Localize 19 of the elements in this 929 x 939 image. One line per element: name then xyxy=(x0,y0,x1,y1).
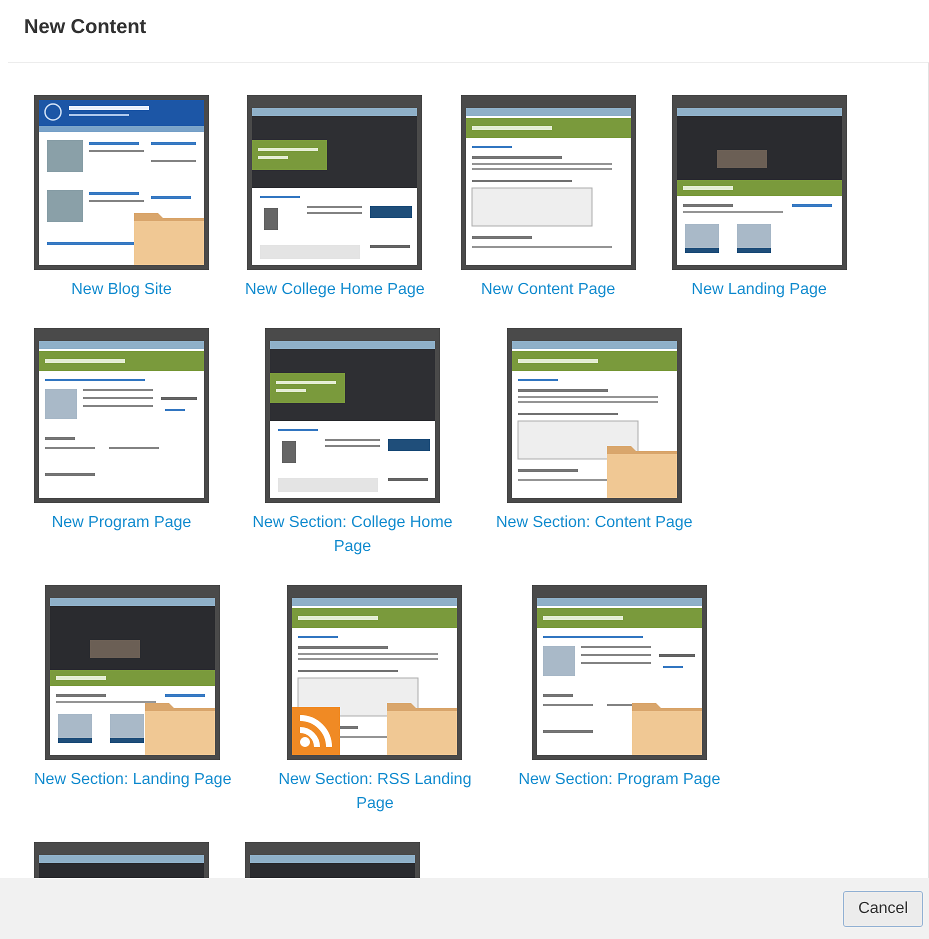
folder-icon xyxy=(632,703,702,755)
template-link[interactable]: New Section: College Home Page xyxy=(245,511,460,559)
folder-icon xyxy=(145,703,216,755)
template-link[interactable]: New Content Page xyxy=(481,278,616,302)
cancel-button[interactable]: Cancel xyxy=(843,890,923,926)
template-link[interactable]: New College Home Page xyxy=(245,278,425,302)
template-link[interactable]: New Blog Site xyxy=(71,278,172,302)
logo-icon xyxy=(44,103,62,121)
rss-icon xyxy=(292,707,340,755)
folder-icon xyxy=(387,703,458,755)
template-link[interactable]: New Section: Content Page xyxy=(496,511,693,535)
template-link[interactable]: New Section: Program Page xyxy=(518,768,720,792)
template-link[interactable]: New Landing Page xyxy=(692,278,827,302)
folder-icon xyxy=(606,446,677,498)
folder-icon xyxy=(134,213,204,265)
template-link[interactable]: New Section: Landing Page xyxy=(34,768,232,792)
template-link[interactable]: New Program Page xyxy=(52,511,192,535)
template-link[interactable]: New Section: RSS Landing Page xyxy=(267,768,482,816)
dialog-title: New Content xyxy=(24,16,146,38)
